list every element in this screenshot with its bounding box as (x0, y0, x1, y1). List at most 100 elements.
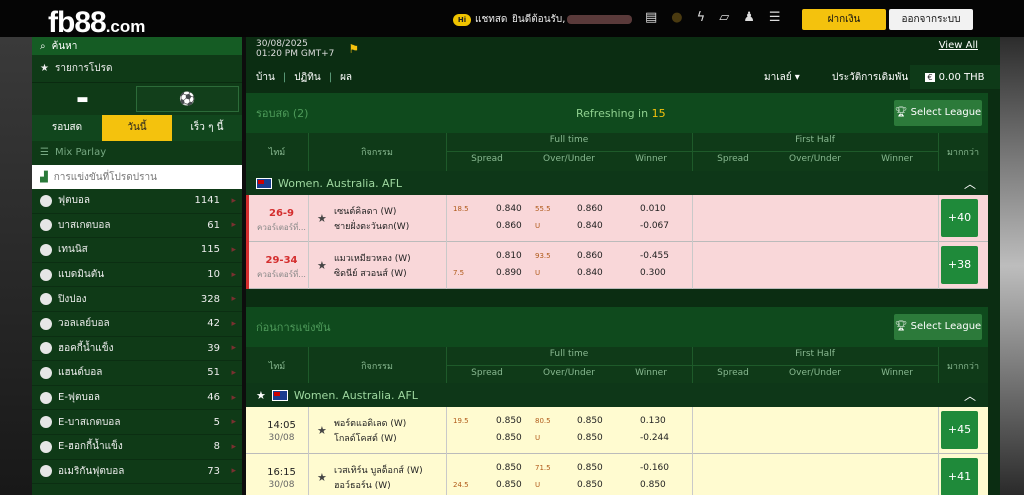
col-spread-1h: Spread (717, 368, 749, 378)
coin-icon[interactable]: ● (671, 10, 682, 25)
away-team[interactable]: ชายฝั่งตะวันตก(W) (334, 219, 409, 233)
winner-odds-home[interactable]: -0.455 (640, 251, 669, 261)
spread-odds-away[interactable]: 0.850 (496, 433, 522, 443)
bet-history-link[interactable]: ประวัติการเดิมพัน (832, 70, 908, 85)
sidebar-sport-item[interactable]: วอลเลย์บอล 42 ▸ (32, 312, 242, 337)
more-markets-button[interactable]: +38 (941, 246, 978, 284)
winner-odds-away[interactable]: -0.067 (640, 221, 669, 231)
star-icon[interactable]: ★ (256, 389, 266, 402)
under-odds[interactable]: 0.850 (577, 433, 603, 443)
more-markets-button[interactable]: +41 (941, 458, 978, 495)
over-odds[interactable]: 0.850 (577, 416, 603, 426)
star-icon[interactable]: ★ (317, 471, 327, 484)
mix-parlay[interactable]: ☰ Mix Parlay (32, 141, 242, 165)
col-full-time: Full time (549, 349, 589, 359)
home-team[interactable]: พอร์ตแอดิเลด (W) (334, 416, 406, 430)
tab-soon[interactable]: เร็ว ๆ นี้ (172, 115, 242, 141)
select-league-button-2[interactable]: 🏆︎ Select League (894, 314, 982, 340)
col-first-half: First Half (795, 349, 835, 359)
tab-live[interactable]: รอบสด (32, 115, 102, 141)
lightning-icon[interactable]: ϟ (697, 10, 706, 25)
spread-odds-home[interactable]: 0.840 (496, 204, 522, 214)
star-icon[interactable]: ★ (317, 424, 327, 437)
spread-odds-away[interactable]: 0.860 (496, 221, 522, 231)
select-league-button[interactable]: 🏆︎ Select League (894, 100, 982, 126)
sidebar-sport-item[interactable]: ปิงปอง 328 ▸ (32, 287, 242, 312)
arrow-icon: ▸ (231, 417, 236, 428)
home-team[interactable]: เวสเทิร์น บูลด็อกส์ (W) (334, 463, 423, 477)
league-row-2[interactable]: ★ Women. Australia. AFL ︿ (246, 383, 988, 407)
sidebar-sport-item[interactable]: E-ฟุตบอล 46 ▸ (32, 386, 242, 411)
spread-odds-away[interactable]: 0.890 (496, 268, 522, 278)
under-odds[interactable]: 0.850 (577, 480, 603, 490)
spread-odds-home[interactable]: 0.850 (496, 416, 522, 426)
livechat-button[interactable]: Hi แชทสด (453, 12, 507, 27)
winner-odds-home[interactable]: 0.010 (640, 204, 666, 214)
away-team[interactable]: ฮอว์ธอร์น (W) (334, 478, 391, 492)
nav-results[interactable]: ผล (340, 70, 352, 85)
kickoff-date: 30/08 (268, 433, 295, 443)
collapse-icon[interactable]: ︿ (964, 175, 976, 192)
view-all-link[interactable]: View All (939, 41, 978, 51)
league-row[interactable]: Women. Australia. AFL ︿ (246, 171, 988, 195)
sidebar-sport-item[interactable]: E-ฮอกกี้น้ำแข็ง 8 ▸ (32, 435, 242, 460)
ball-tab[interactable]: ⚽ (136, 86, 239, 112)
over-odds[interactable]: 0.850 (577, 463, 603, 473)
odds-icon[interactable]: ▱ (719, 10, 729, 25)
search-box[interactable]: ⌕ ค้นหา (32, 37, 242, 55)
fav-games[interactable]: ▟ การแข่งขันที่โปรดปราน (32, 165, 242, 189)
sidebar-sport-item[interactable]: ฮอคกี้น้ำแข็ง 39 ▸ (32, 337, 242, 362)
tab-today[interactable]: วันนี้ (102, 115, 172, 141)
chat-tab[interactable]: ▬ (32, 83, 133, 115)
nav-home[interactable]: บ้าน (256, 70, 275, 85)
winner-odds-away[interactable]: -0.244 (640, 433, 669, 443)
badminton-icon (40, 268, 52, 281)
winner-odds-away[interactable]: 0.850 (640, 480, 666, 490)
arrow-icon: ▸ (231, 294, 236, 305)
over-odds[interactable]: 0.860 (577, 204, 603, 214)
under-odds[interactable]: 0.840 (577, 268, 603, 278)
away-team[interactable]: โกลด์โคสต์ (W) (334, 431, 397, 445)
more-markets-button[interactable]: +45 (941, 411, 978, 449)
user-icon[interactable]: ♟ (743, 10, 755, 25)
sidebar-sport-item[interactable]: บาสเกตบอล 61 ▸ (32, 214, 242, 239)
winner-odds-away[interactable]: 0.300 (640, 268, 666, 278)
logout-button[interactable]: ออกจากระบบ (889, 9, 973, 30)
more-markets-button[interactable]: +40 (941, 199, 978, 237)
sidebar-sport-item[interactable]: ฟุตบอล 1141 ▸ (32, 189, 242, 214)
sidebar-sport-item[interactable]: แบดมินตัน 10 ▸ (32, 263, 242, 288)
list-icon[interactable]: ☰ (769, 10, 781, 25)
esoccer-icon (40, 391, 52, 404)
star-icon[interactable]: ★ (317, 212, 327, 225)
score: 29-34 (265, 255, 298, 266)
spread-odds-away[interactable]: 0.850 (496, 480, 522, 490)
arrow-icon: ▸ (231, 343, 236, 354)
market-select[interactable]: มาเลย์ ▾ (764, 70, 800, 85)
sidebar-sport-item[interactable]: เทนนิส 115 ▸ (32, 238, 242, 263)
under-odds[interactable]: 0.840 (577, 221, 603, 231)
favorites-item[interactable]: ★ รายการโปรด (32, 55, 242, 83)
winner-odds-home[interactable]: -0.160 (640, 463, 669, 473)
spread-odds-home[interactable]: 0.810 (496, 251, 522, 261)
bet-slip-icon[interactable]: ▤ (645, 10, 657, 25)
arrow-icon: ▸ (231, 318, 236, 329)
sidebar-sport-item[interactable]: แฮนด์บอล 51 ▸ (32, 361, 242, 386)
spread-odds-home[interactable]: 0.850 (496, 463, 522, 473)
over-odds[interactable]: 0.860 (577, 251, 603, 261)
home-team[interactable]: แมวเหมียวหลง (W) (334, 251, 411, 265)
sidebar-sport-item[interactable]: E-บาสเกตบอล 5 ▸ (32, 410, 242, 435)
chat-icon: ▬ (76, 91, 89, 107)
table-row: 29-34 ควอร์เตอร์ที่... ★ แมวเหมียวหลง (W)… (246, 242, 988, 289)
sidebar-sport-item[interactable]: อเมริกันฟุตบอล 73 ▸ (32, 460, 242, 485)
home-team[interactable]: เซนต์คิลดา (W) (334, 204, 396, 218)
hockey-icon (40, 342, 52, 355)
arrow-icon: ▸ (231, 220, 236, 231)
away-team[interactable]: ซิดนีย์ สวอนส์ (W) (334, 266, 407, 280)
star-icon[interactable]: ★ (317, 259, 327, 272)
deposit-button[interactable]: ฝากเงิน (802, 9, 886, 30)
nav-calendar[interactable]: ปฏิทิน (294, 70, 321, 85)
logo[interactable]: fb88.com (48, 6, 145, 40)
arrow-icon: ▸ (231, 269, 236, 280)
collapse-icon[interactable]: ︿ (964, 387, 976, 404)
winner-odds-home[interactable]: 0.130 (640, 416, 666, 426)
